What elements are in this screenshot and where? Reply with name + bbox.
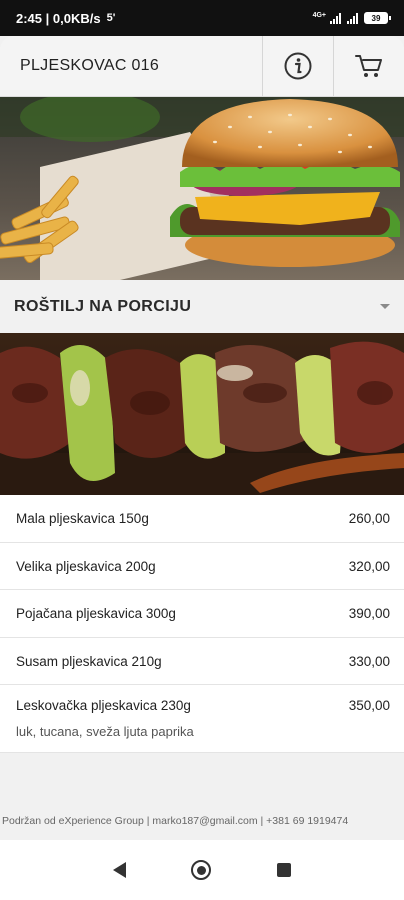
- status-separator: |: [42, 10, 53, 26]
- menu-item[interactable]: Velika pljeskavica 200g 320,00: [0, 543, 404, 590]
- battery-icon: 39: [364, 12, 391, 24]
- menu-list: Mala pljeskavica 150g 260,00 Velika plje…: [0, 495, 404, 753]
- menu-item-row: Leskovačka pljeskavica 230g 350,00: [16, 698, 390, 713]
- skewer-image: [0, 333, 404, 495]
- status-right: 4G+ 39: [312, 12, 391, 24]
- category-header[interactable]: ROŠTILJ NA PORCIJU: [0, 280, 404, 333]
- system-nav-bar: [0, 840, 404, 900]
- category-title: ROŠTILJ NA PORCIJU: [14, 297, 192, 315]
- menu-item-name: Velika pljeskavica 200g: [16, 558, 156, 574]
- menu-item-price: 330,00: [348, 653, 390, 669]
- chevron-down-icon: [380, 304, 390, 309]
- footer-credits: Podržan od eXperience Group | marko187@g…: [2, 815, 349, 827]
- signal-icon: [330, 12, 341, 24]
- menu-item-price: 260,00: [348, 511, 390, 526]
- status-left: 2:45 | 0,0KB/s 5': [16, 11, 313, 26]
- cart-icon: [355, 55, 382, 77]
- menu-item-row: Velika pljeskavica 200g 320,00: [16, 559, 390, 574]
- status-time: 2:45: [16, 10, 43, 26]
- burger-image: [0, 97, 404, 280]
- menu-item-name: Susam pljeskavica 210g: [16, 653, 162, 669]
- network-speed: 0,0KB/s: [52, 10, 101, 26]
- restaurant-title: PLJESKOVAC 016: [20, 57, 160, 74]
- extra-indicator: 5': [106, 12, 116, 24]
- signal-icon-secondary: [347, 12, 358, 24]
- info-icon: [284, 52, 312, 80]
- app-header: PLJESKOVAC 016: [0, 36, 404, 97]
- back-icon[interactable]: [112, 862, 126, 878]
- menu-item-price: 390,00: [348, 606, 390, 621]
- menu-item[interactable]: Mala pljeskavica 150g 260,00: [0, 495, 404, 543]
- menu-item[interactable]: Pojačana pljeskavica 300g 390,00: [0, 590, 404, 638]
- menu-item[interactable]: Leskovačka pljeskavica 230g 350,00 luk, …: [0, 685, 404, 753]
- menu-item-row: Pojačana pljeskavica 300g 390,00: [16, 606, 390, 621]
- menu-item-description: luk, tucana, sveža ljuta paprika: [16, 724, 194, 739]
- status-bar: 2:45 | 0,0KB/s 5' 4G+ 39: [0, 0, 404, 36]
- menu-item-row: Mala pljeskavica 150g 260,00: [16, 511, 390, 526]
- battery-level: 39: [371, 13, 381, 23]
- hero-image: [0, 97, 404, 280]
- info-button[interactable]: [262, 36, 333, 96]
- menu-item-name: Mala pljeskavica 150g: [16, 511, 149, 526]
- menu-item[interactable]: Susam pljeskavica 210g 330,00: [0, 638, 404, 685]
- cart-button[interactable]: [333, 36, 404, 96]
- menu-item-name: Leskovačka pljeskavica 230g: [16, 698, 191, 713]
- category-banner-image: [0, 333, 404, 495]
- menu-item-name: Pojačana pljeskavica 300g: [16, 606, 176, 621]
- recents-icon[interactable]: [277, 863, 292, 877]
- network-type: 4G+: [312, 12, 326, 19]
- menu-item-row: Susam pljeskavica 210g 330,00: [16, 654, 390, 669]
- home-icon[interactable]: [191, 860, 212, 880]
- menu-item-price: 320,00: [348, 558, 390, 574]
- menu-item-price: 350,00: [348, 698, 390, 713]
